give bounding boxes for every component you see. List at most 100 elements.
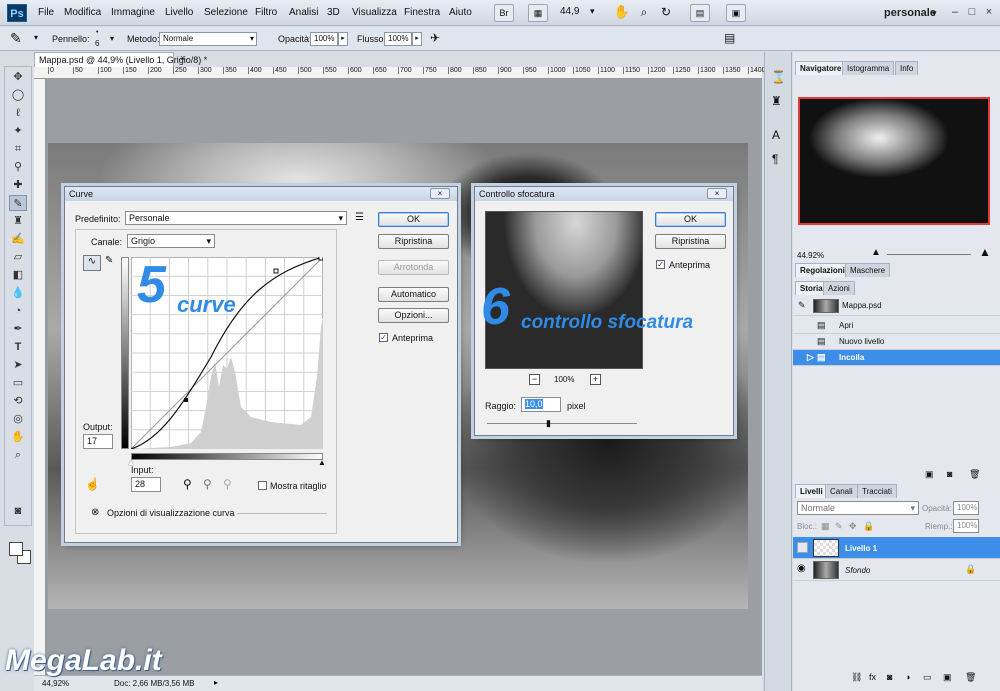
clone-source-panel-icon[interactable]: ♜ [771,94,782,108]
tab-histogram[interactable]: Istogramma [842,61,895,75]
navigator-zoom-value[interactable]: 44.92% [797,251,824,260]
layer-name[interactable]: Livello 1 [845,544,877,553]
crop-tool-icon[interactable]: ⌗ [9,141,27,157]
navigator-view-box[interactable] [798,97,990,225]
blur-ok-button[interactable]: OK [655,212,726,227]
tab-navigator[interactable]: Navigatore [795,61,847,75]
history-item-selected[interactable]: ▷ ▤ Incolla [793,350,1000,366]
navigator-zoom-slider[interactable] [887,254,971,255]
blend-mode-select[interactable]: Normale ▾ [797,501,919,515]
tab-paths[interactable]: Tracciati [857,484,897,498]
new-document-from-state-icon[interactable]: ▣ [925,469,934,480]
curve-point-white[interactable] [318,257,323,261]
fill-field[interactable]: 100% [953,519,979,533]
new-snapshot-icon[interactable]: ◙ [947,469,952,479]
curves-dialog-title[interactable]: Curve [65,187,457,201]
black-point-slider-icon[interactable]: ▲ [318,458,326,467]
zoom-tool-icon[interactable]: ⌕ [9,447,27,463]
quick-mask-icon[interactable]: ◙ [9,503,27,519]
delete-layer-icon[interactable]: 🗑 [965,672,976,683]
tool-preset-chevron-down-icon[interactable]: ▾ [34,33,38,42]
zoom-out-icon[interactable]: − [529,374,540,385]
workspace-chevron-down-icon[interactable]: ▾ [932,8,937,19]
brush-tool-icon[interactable]: ✎ [9,195,27,211]
navigator-zoom-out-icon[interactable]: ▲ [871,247,881,258]
clone-stamp-tool-icon[interactable]: ♜ [9,213,27,229]
new-group-icon[interactable]: ▭ [923,672,932,683]
minimize-icon[interactable]: – [946,4,964,20]
3d-orbit-tool-icon[interactable]: ◎ [9,411,27,427]
smooth-button[interactable]: Arrotonda [378,260,449,275]
adjustment-layer-icon[interactable]: ◑ [905,672,910,682]
blur-reset-button[interactable]: Ripristina [655,234,726,249]
flow-slider-icon[interactable]: ▸ [412,32,422,46]
layer-row-selected[interactable]: Livello 1 [793,537,1000,559]
type-tool-icon[interactable]: T [9,339,27,355]
radius-field[interactable]: 10,0 [521,397,561,412]
opacity-field[interactable]: 100% [310,32,338,46]
eraser-tool-icon[interactable]: ▱ [9,249,27,265]
output-field[interactable]: 17 [83,434,113,449]
new-layer-icon[interactable]: ▣ [943,672,952,683]
layer-style-icon[interactable]: fx [869,672,876,682]
channel-select[interactable]: Grigio ▾ [127,234,215,248]
add-mask-icon[interactable]: ◙ [887,672,892,682]
curves-ok-button[interactable]: OK [378,212,449,227]
layer-visibility-toggle[interactable] [797,542,808,553]
curves-reset-button[interactable]: Ripristina [378,234,449,249]
character-panel-icon[interactable]: A [772,128,780,142]
auto-button[interactable]: Automatico [378,287,449,302]
input-field[interactable]: 28 [131,477,161,492]
options-button[interactable]: Opzioni... [378,308,449,323]
black-eyedropper-icon[interactable]: ⚲ [183,477,192,491]
pencil-draw-icon[interactable]: ✎ [105,255,119,271]
dodge-tool-icon[interactable]: ◔ [9,303,27,319]
menu-filtro[interactable]: Filtro [255,7,277,18]
arrange-documents-icon[interactable]: ▤ [690,4,710,22]
shape-tool-icon[interactable]: ▭ [9,375,27,391]
curve-points-icon[interactable]: ∿ [83,255,101,271]
lock-transparency-icon[interactable]: ▦ [821,521,830,532]
bridge-button[interactable]: Br [494,4,514,22]
close-window-icon[interactable]: × [980,4,998,20]
magic-wand-tool-icon[interactable]: ✦ [9,123,27,139]
blur-dialog-title[interactable]: Controllo sfocatura [475,187,733,201]
layer-row[interactable]: ◉ Sfondo 🔒 [793,559,1000,581]
preset-menu-icon[interactable]: ☰ [355,212,364,223]
delete-state-icon[interactable]: 🗑 [969,469,980,480]
curves-close-icon[interactable]: × [430,188,450,199]
menu-livello[interactable]: Livello [165,7,193,18]
maximize-icon[interactable]: □ [963,4,981,20]
3d-rotate-tool-icon[interactable]: ⟲ [9,393,27,409]
zoom-tool-icon[interactable]: ⌕ [634,4,654,22]
screen-mode-icon[interactable]: ▣ [726,4,746,22]
zoom-level-field[interactable]: 44,9 [560,6,579,17]
history-item[interactable]: ▤ Apri [793,318,1000,334]
gray-eyedropper-icon[interactable]: ⚲ [203,477,212,491]
tab-masks[interactable]: Maschere [845,263,891,277]
lasso-tool-icon[interactable]: ℓ [9,105,27,121]
zoom-chevron-down-icon[interactable]: ▾ [590,6,595,17]
history-brush-tool-icon[interactable]: ✍ [9,231,27,247]
layer-opacity-field[interactable]: 100% [953,501,979,515]
eyedropper-tool-icon[interactable]: ⚲ [9,159,27,175]
tab-info[interactable]: Info [895,61,919,75]
radius-slider-track[interactable] [487,423,637,424]
blur-close-icon[interactable]: × [707,188,727,199]
navigator-zoom-in-icon[interactable]: ▲ [979,245,991,259]
lock-position-icon[interactable]: ✥ [849,521,857,532]
status-arrow-icon[interactable]: ▸ [214,678,218,687]
hand-tool-icon[interactable]: ✋ [9,429,27,445]
menu-modifica[interactable]: Modifica [64,7,101,18]
brush-panel-toggle-icon[interactable]: ▤ [724,31,735,45]
document-tab[interactable]: Mappa.psd @ 44,9% (Livello 1, Grigio/8) … [34,52,207,67]
menu-immagine[interactable]: Immagine [111,7,155,18]
zoom-in-icon[interactable]: + [590,374,601,385]
history-slider-icon[interactable]: ▷ [807,352,814,363]
brush-size-value[interactable]: 6 [95,39,99,48]
pen-tool-icon[interactable]: ✒ [9,321,27,337]
layer-name[interactable]: Sfondo [845,566,870,575]
flow-field[interactable]: 100% [384,32,412,46]
history-item[interactable]: ▤ Nuovo livello [793,334,1000,350]
paragraph-panel-icon[interactable]: ¶ [772,152,778,166]
